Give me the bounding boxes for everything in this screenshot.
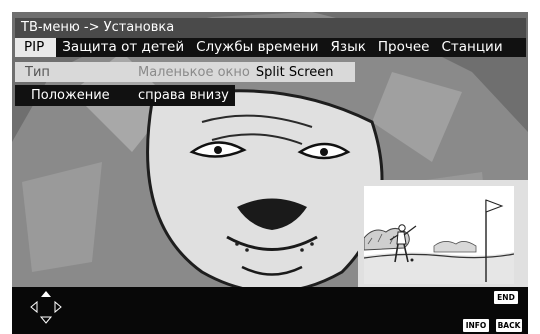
pip-position-value[interactable]: справа внизу xyxy=(138,88,229,103)
pip-type-row[interactable]: Тип Маленькое окно Split Screen xyxy=(15,62,355,82)
menu-bar: PIP Защита от детей Службы времени Язык … xyxy=(15,38,526,57)
pip-type-option-split-screen[interactable]: Split Screen xyxy=(256,65,334,80)
nav-arrows-icon xyxy=(30,291,62,324)
pip-position-label: Положение xyxy=(31,88,110,103)
breadcrumb-title: ТВ-меню -> Установка xyxy=(15,18,526,38)
end-button[interactable]: END xyxy=(494,291,518,304)
tab-parental-lock[interactable]: Защита от детей xyxy=(56,38,190,57)
tab-time-services[interactable]: Службы времени xyxy=(190,38,324,57)
remote-hint-bar xyxy=(12,287,528,334)
golfer-illustration xyxy=(364,186,514,284)
pip-type-option-small-window[interactable]: Маленькое окно xyxy=(138,65,250,80)
tab-other[interactable]: Прочее xyxy=(372,38,436,57)
pip-type-label: Тип xyxy=(25,64,50,80)
tab-language[interactable]: Язык xyxy=(325,38,372,57)
pip-window xyxy=(364,186,514,284)
tab-stations[interactable]: Станции xyxy=(435,38,508,57)
pip-position-row[interactable]: Положение справа внизу xyxy=(15,85,235,106)
back-button[interactable]: BACK xyxy=(496,319,522,332)
info-button[interactable]: INFO xyxy=(463,319,489,332)
tab-pip[interactable]: PIP xyxy=(15,38,57,57)
